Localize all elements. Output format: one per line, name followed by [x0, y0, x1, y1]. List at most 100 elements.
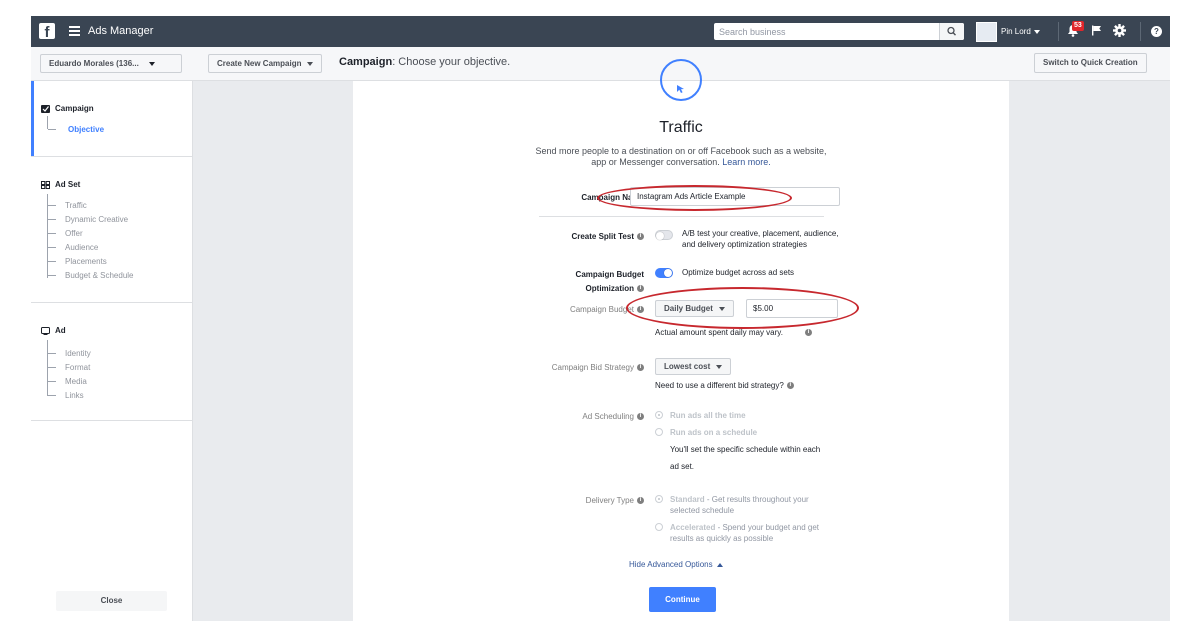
toggle-knob — [656, 232, 664, 240]
create-new-campaign-button[interactable]: Create New Campaign — [208, 54, 323, 73]
sidebar-section-campaign: Campaign Objective — [31, 81, 192, 157]
create-new-campaign-label: Create New Campaign — [217, 59, 302, 68]
sidebar-item-media[interactable]: Media — [65, 377, 87, 386]
campaign-bid-strategy-label: Campaign Bid Strategy i — [552, 362, 644, 373]
create-split-test-label: Create Split Test i — [571, 231, 644, 242]
tree-branch — [48, 129, 56, 130]
chevron-down-icon — [716, 364, 723, 369]
info-icon[interactable]: i — [805, 329, 812, 336]
ads-manager-window: f Ads Manager Pin Lord 53 — [31, 16, 1170, 621]
app-title[interactable]: Ads Manager — [88, 25, 153, 37]
info-icon[interactable]: i — [637, 233, 644, 241]
budget-highlight-ring — [626, 287, 859, 329]
page-title: Campaign: Choose your objective. — [339, 56, 510, 68]
bid-strategy-value: Lowest cost — [664, 362, 711, 371]
cbo-toggle[interactable] — [655, 268, 673, 278]
bid-strategy-dropdown[interactable]: Lowest cost — [655, 358, 732, 375]
continue-button[interactable]: Continue — [649, 587, 716, 612]
search-business — [714, 23, 964, 40]
delivery-accelerated-radio[interactable] — [655, 523, 663, 531]
hamburger-menu-icon[interactable] — [69, 26, 80, 36]
divider — [1058, 22, 1059, 41]
delivery-type-label: Delivery Type i — [586, 495, 644, 506]
hide-advanced-options-link[interactable]: Hide Advanced Options — [629, 560, 723, 569]
tree-branch — [48, 381, 56, 382]
objective-title: Traffic — [659, 119, 703, 136]
cursor-arrow-icon — [677, 85, 684, 93]
ad-account-selector[interactable]: Eduardo Morales (136... — [40, 54, 182, 73]
sidebar-item-format[interactable]: Format — [65, 363, 90, 372]
sidebar-item-audience[interactable]: Audience — [65, 243, 98, 252]
info-icon[interactable]: i — [786, 382, 794, 390]
sidebar-item-objective[interactable]: Objective — [68, 125, 104, 134]
tree-branch — [48, 395, 56, 396]
sidebar-item-links[interactable]: Links — [65, 391, 84, 400]
tree-branch — [48, 247, 56, 248]
settings-gear-icon[interactable] — [1113, 24, 1126, 37]
tree-branch — [48, 367, 56, 368]
delivery-accelerated-label: Accelerated - Spend your budget and get … — [670, 522, 819, 544]
cbo-description: Optimize budget across ad sets — [682, 268, 795, 277]
campaign-name-highlight-ring — [597, 185, 792, 211]
campaign-checkbox-icon — [41, 104, 50, 113]
flag-icon[interactable] — [1091, 25, 1102, 36]
search-business-input[interactable] — [714, 23, 936, 40]
switch-to-quick-creation-button[interactable]: Switch to Quick Creation — [1034, 53, 1147, 73]
objective-description-text: Send more people to a destination on or … — [535, 146, 827, 167]
search-button[interactable] — [939, 23, 964, 40]
budget-note: Actual amount spent daily may vary. — [655, 328, 783, 337]
search-icon — [947, 26, 956, 36]
sidebar-item-dynamic-creative[interactable]: Dynamic Creative — [65, 215, 128, 224]
bid-strategy-note[interactable]: Need to use a different bid strategy? i — [655, 381, 794, 390]
sidebar-section-ad: Ad Identity Format Media Links — [31, 303, 192, 421]
delivery-standard-desc-1: - Get results throughout your — [704, 495, 809, 504]
sidebar-item-ad[interactable]: Ad — [41, 326, 66, 335]
chevron-down-icon — [148, 61, 155, 66]
info-icon[interactable]: i — [637, 413, 644, 421]
sidebar: Campaign Objective Ad Set Traffic Dynami… — [31, 81, 193, 621]
run-ads-all-time-text: Run ads all the time — [670, 411, 746, 420]
divider — [1140, 22, 1141, 41]
sidebar-section-ad-set: Ad Set Traffic Dynamic Creative Offer Au… — [31, 157, 192, 303]
sidebar-item-traffic[interactable]: Traffic — [65, 201, 87, 210]
scheduling-note-line1: You'll set the specific schedule within … — [670, 445, 821, 454]
sidebar-item-budget-schedule[interactable]: Budget & Schedule — [65, 271, 134, 280]
tree-branch — [48, 261, 56, 262]
scheduling-note-line2: ad set. — [670, 462, 695, 471]
ad-account-name: Eduardo Morales (136... — [49, 59, 139, 68]
bid-strategy-text: Campaign Bid Strategy — [551, 363, 634, 372]
run-ads-on-schedule-text: Run ads on a schedule — [670, 428, 758, 437]
sidebar-item-label: Ad Set — [55, 180, 81, 189]
tree-branch — [48, 353, 56, 354]
page-title-rest: : Choose your objective. — [392, 56, 511, 68]
run-ads-all-time-radio[interactable] — [655, 411, 663, 419]
delivery-accelerated-desc-2: results as quickly as possible — [670, 534, 774, 543]
split-test-description: A/B test your creative, placement, audie… — [682, 229, 839, 249]
info-icon[interactable]: i — [637, 285, 644, 293]
sidebar-item-ad-set[interactable]: Ad Set — [41, 180, 80, 189]
run-ads-on-schedule-label: Run ads on a schedule — [670, 427, 757, 438]
sidebar-item-placements[interactable]: Placements — [65, 257, 107, 266]
page-switcher[interactable]: Pin Lord — [1001, 27, 1040, 36]
facebook-logo-icon[interactable]: f — [39, 23, 55, 39]
tree-branch — [48, 233, 56, 234]
run-ads-on-schedule-radio[interactable] — [655, 428, 663, 436]
info-icon[interactable]: i — [637, 497, 644, 505]
info-icon[interactable]: i — [637, 364, 644, 372]
notification-count-badge: 53 — [1072, 21, 1084, 31]
page-avatar[interactable] — [976, 22, 997, 42]
close-button[interactable]: Close — [56, 591, 167, 611]
help-icon[interactable]: ? — [1151, 26, 1162, 37]
page-name: Pin Lord — [1001, 27, 1031, 36]
delivery-standard-radio[interactable] — [655, 495, 663, 503]
ad-scheduling-text: Ad Scheduling — [582, 412, 634, 421]
learn-more-link[interactable]: Learn more. — [722, 157, 771, 167]
page-title-bold: Campaign — [339, 56, 393, 68]
sidebar-item-offer[interactable]: Offer — [65, 229, 83, 238]
sidebar-item-identity[interactable]: Identity — [65, 349, 91, 358]
sidebar-item-campaign[interactable]: Campaign — [41, 104, 94, 113]
divider — [539, 216, 824, 217]
split-test-toggle[interactable] — [655, 230, 673, 240]
chevron-down-icon — [307, 61, 314, 66]
cbo-label-line2: Optimization — [585, 284, 634, 293]
